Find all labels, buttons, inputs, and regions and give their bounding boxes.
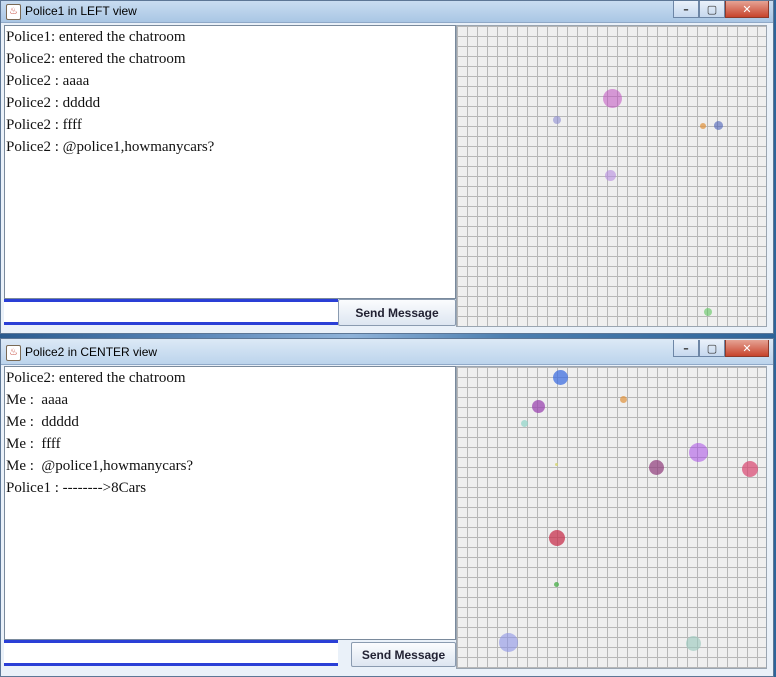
minimize-icon[interactable]: –	[673, 1, 699, 18]
close-icon[interactable]: ✕	[725, 340, 769, 357]
chat-window-police2: ♨ Police2 in CENTER view – ▢ ✕ Police2: …	[0, 338, 774, 677]
car-marker	[686, 636, 701, 651]
minimize-icon[interactable]: –	[673, 340, 699, 357]
chat-history[interactable]: Police2: entered the chatroom Me : aaaa …	[4, 366, 456, 640]
window-title: Police1 in LEFT view	[25, 4, 137, 18]
chat-message: Police2 : aaaa	[6, 73, 90, 89]
caption-buttons: – ▢ ✕	[673, 1, 769, 19]
message-composer: Send Message	[4, 299, 456, 327]
car-marker	[549, 530, 565, 546]
car-marker	[704, 308, 712, 316]
car-marker	[532, 400, 545, 413]
car-marker	[553, 116, 561, 124]
car-marker	[521, 420, 528, 427]
chat-message: Police2 : @police1,howmanycars?	[6, 139, 215, 155]
car-marker	[499, 633, 518, 652]
chat-message: Me : ffff	[6, 436, 61, 452]
message-input[interactable]	[4, 299, 338, 325]
maximize-icon[interactable]: ▢	[699, 340, 725, 357]
chat-message: Me : @police1,howmanycars?	[6, 458, 194, 474]
map-grid-panel[interactable]	[456, 366, 767, 669]
car-marker	[554, 582, 559, 587]
map-grid-panel[interactable]	[456, 25, 767, 327]
chat-message: Police1 : -------->8Cars	[6, 480, 147, 496]
chat-message: Police2: entered the chatroom	[6, 51, 186, 67]
chat-message: Me : ddddd	[6, 414, 79, 430]
send-message-button[interactable]: Send Message	[338, 299, 456, 326]
car-marker	[553, 370, 568, 385]
java-app-icon: ♨	[6, 4, 21, 20]
window-title: Police2 in CENTER view	[25, 345, 158, 359]
car-marker	[700, 123, 706, 129]
java-app-icon: ♨	[6, 345, 21, 361]
car-marker	[742, 461, 758, 477]
caption-buttons: – ▢ ✕	[673, 340, 769, 358]
chat-message: Police2 : ddddd	[6, 95, 101, 111]
car-marker	[689, 443, 708, 462]
car-marker	[620, 396, 627, 403]
car-marker	[555, 463, 558, 466]
car-marker	[714, 121, 723, 130]
chat-window-police1: ♨ Police1 in LEFT view – ▢ ✕ Police1: en…	[0, 0, 774, 334]
chat-message: Police1: entered the chatroom	[6, 29, 186, 45]
chat-history[interactable]: Police1: entered the chatroom Police2: e…	[4, 25, 456, 299]
car-marker	[605, 170, 616, 181]
title-bar[interactable]: ♨ Police1 in LEFT view – ▢ ✕	[1, 1, 773, 23]
maximize-icon[interactable]: ▢	[699, 1, 725, 18]
send-message-button[interactable]: Send Message	[351, 642, 456, 667]
chat-message: Police2 : ffff	[6, 117, 82, 133]
car-marker	[603, 89, 622, 108]
close-icon[interactable]: ✕	[725, 1, 769, 18]
chat-message: Me : aaaa	[6, 392, 69, 408]
message-composer: Send Message	[4, 640, 456, 668]
title-bar[interactable]: ♨ Police2 in CENTER view – ▢ ✕	[1, 339, 773, 365]
message-input[interactable]	[4, 640, 338, 666]
car-marker	[649, 460, 664, 475]
chat-message: Police2: entered the chatroom	[6, 370, 186, 386]
